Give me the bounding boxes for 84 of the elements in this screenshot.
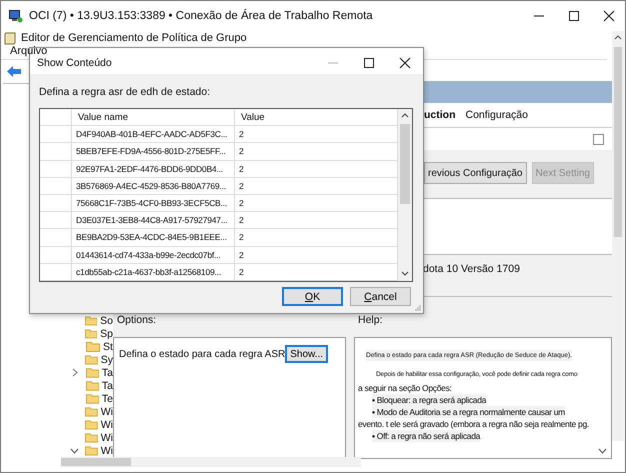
table-cell[interactable]: 01443614-cd74-433a-b99e-2ecdc07bf... xyxy=(72,246,235,264)
tree-item[interactable]: Sp xyxy=(100,328,113,340)
tree-item[interactable]: Wi xyxy=(100,444,113,456)
corner-cell xyxy=(40,109,72,126)
help-text: ▪ Bloquear: a regra será aplicada xyxy=(372,394,486,406)
row-header[interactable] xyxy=(40,194,72,212)
tree-item[interactable]: Ta xyxy=(102,380,113,392)
scrollbar[interactable] xyxy=(612,31,624,441)
folder-icon xyxy=(84,328,98,339)
tree-item[interactable]: Sy xyxy=(100,354,113,366)
help-text: ▪ Off: a regra não será aplicada xyxy=(372,430,480,442)
folder-icon xyxy=(86,367,99,378)
table-cell[interactable]: 2 xyxy=(235,246,398,264)
folder-icon xyxy=(84,354,98,365)
back-arrow-icon[interactable] xyxy=(7,66,21,77)
table-cell[interactable]: 2 xyxy=(235,194,398,212)
checkbox[interactable] xyxy=(593,134,604,144)
maximize-icon[interactable] xyxy=(568,10,580,22)
tree-item[interactable]: Wi xyxy=(100,418,113,430)
scroll-down-icon[interactable] xyxy=(598,448,607,454)
column-header[interactable]: Value xyxy=(235,109,398,126)
folder-icon xyxy=(86,380,99,391)
table-cell[interactable]: 5BEB7EFE-FD9A-4556-801D-275E5FF... xyxy=(72,143,235,161)
chevron-right-icon[interactable] xyxy=(72,368,78,377)
row-header[interactable] xyxy=(40,178,72,195)
menu-item[interactable]: Arquivo xyxy=(10,45,48,57)
options-label: Options: xyxy=(117,314,158,326)
row-header[interactable] xyxy=(40,160,72,178)
tab[interactable]: Configuração xyxy=(466,109,528,121)
cancel-button[interactable]: Cancel xyxy=(350,287,411,306)
help-text: a seguir na seção Opções: xyxy=(358,382,452,394)
table-cell[interactable]: BE9BA2D9-53EA-4CDC-84E5-9B1EEE... xyxy=(72,229,235,246)
table-cell[interactable]: 3B576869-A4EC-4529-8536-B80A7769... xyxy=(72,178,235,195)
table-cell[interactable]: 2 xyxy=(235,178,398,195)
table-cell[interactable]: D4F940AB-401B-4EFC-AADC-AD5F3C... xyxy=(72,126,235,144)
help-label: Help: xyxy=(358,314,383,326)
option-label: Defina o estado para cada regra ASR xyxy=(119,348,286,360)
show-button[interactable]: Show... xyxy=(285,345,328,363)
horizontal-scrollbar[interactable] xyxy=(61,457,361,467)
table-cell[interactable]: 2 xyxy=(235,229,398,246)
tab[interactable]: uction xyxy=(424,109,456,121)
tree-item[interactable]: Wi xyxy=(100,406,113,418)
supported-on-text: dota 10 Versão 1709 xyxy=(423,263,520,275)
chevron-down-icon[interactable] xyxy=(70,448,79,454)
tree-item[interactable]: Wi xyxy=(100,432,113,444)
table-cell[interactable]: D3E037E1-3EB8-44C8-A917-57927947... xyxy=(72,212,235,230)
table-cell[interactable]: 2 xyxy=(235,143,398,161)
tree-item[interactable]: Te xyxy=(102,392,113,404)
close-icon[interactable] xyxy=(399,57,411,69)
folder-icon xyxy=(86,393,99,404)
table-cell[interactable]: 92E97FA1-2EDF-4476-BDD6-9DD0B4... xyxy=(72,160,235,178)
window-title: OCI (7) • 13.9U3.153:3389 • Conexão de Área de Trabalho Remota xyxy=(29,10,373,22)
tree-item[interactable]: St xyxy=(103,340,113,352)
close-icon[interactable] xyxy=(603,10,615,22)
row-header[interactable] xyxy=(40,143,72,161)
folder-icon xyxy=(84,432,98,443)
row-header[interactable] xyxy=(40,246,72,264)
table-cell[interactable]: 2 xyxy=(235,264,398,281)
row-header[interactable] xyxy=(40,229,72,246)
table-cell[interactable]: c1db55ab-c21a-4637-bb3f-a12568109... xyxy=(72,264,235,281)
scroll-icon xyxy=(4,32,16,44)
dialog-title: Show Conteúdo xyxy=(37,57,112,69)
resize-grip-icon[interactable] xyxy=(415,305,421,311)
table-cell[interactable]: 2 xyxy=(235,212,398,230)
help-text: ▪ Modo de Auditoria se a regra normalmente causar um xyxy=(372,406,565,418)
maximize-icon[interactable] xyxy=(363,57,375,69)
folder-icon xyxy=(84,406,98,417)
row-header[interactable] xyxy=(40,126,72,144)
table-cell[interactable]: 2 xyxy=(235,160,398,178)
row-header[interactable] xyxy=(40,212,72,230)
table-cell[interactable]: 75668C1F-73B5-4CF0-BB93-3ECF5CB... xyxy=(72,194,235,212)
folder-icon xyxy=(84,419,98,430)
scrollbar[interactable] xyxy=(398,109,412,281)
ok-button[interactable]: OK xyxy=(282,287,343,306)
previous-setting-button[interactable]: revious Configuração xyxy=(424,162,526,184)
folder-icon xyxy=(86,341,100,352)
row-header[interactable] xyxy=(40,264,72,281)
app-title: Editor de Gerenciamento de Política de Grupo xyxy=(21,32,247,44)
prompt-text: Defina a regra asr de edh de estado: xyxy=(39,86,212,98)
column-header[interactable]: Value name xyxy=(72,109,235,126)
help-text: evento. t ele será gravado (embora a regra não seja realmente pg. xyxy=(358,418,589,430)
tree-item[interactable]: Ta xyxy=(102,366,113,378)
monitor-icon xyxy=(9,10,23,22)
tree-item[interactable]: So xyxy=(100,314,113,326)
